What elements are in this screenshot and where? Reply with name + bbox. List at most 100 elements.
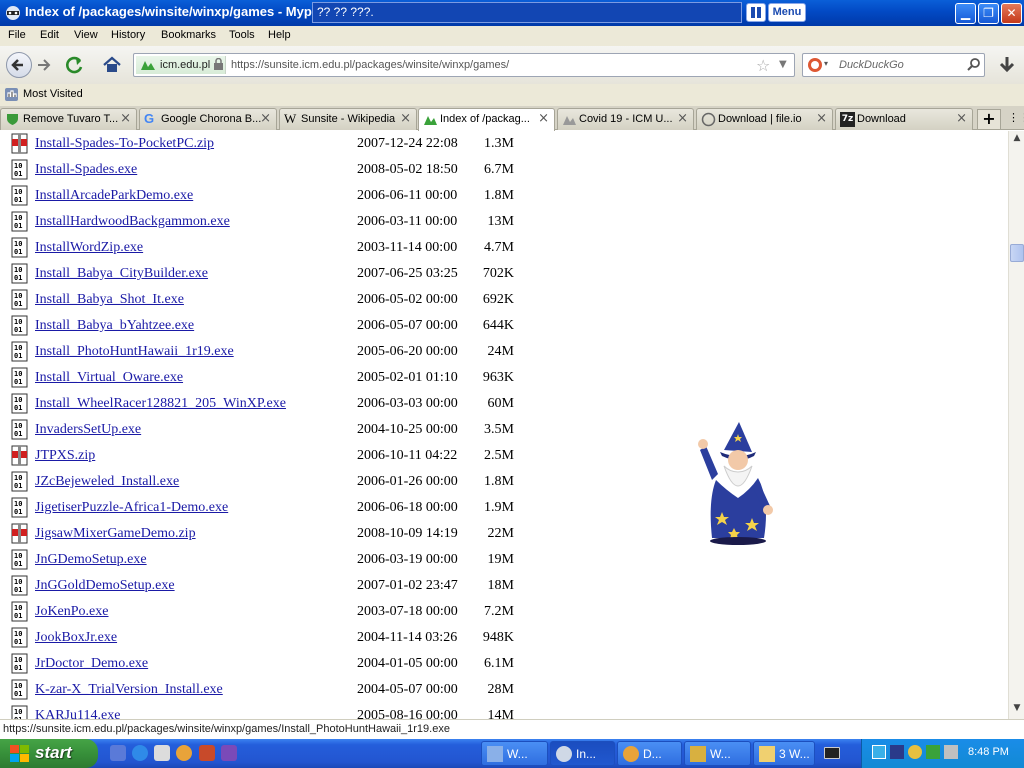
taskbar-item-4[interactable]: W...: [684, 741, 751, 766]
menu-tools[interactable]: Tools: [229, 29, 255, 41]
file-link[interactable]: JookBoxJr.exe: [35, 630, 117, 646]
file-date: 2005-02-01 01:10: [357, 370, 458, 385]
close-button[interactable]: ✕: [1001, 3, 1022, 24]
quicklaunch-app-icon[interactable]: [221, 745, 237, 761]
menu-file[interactable]: File: [8, 29, 26, 41]
tab-download-fileio[interactable]: Download | file.io ×: [696, 108, 833, 130]
downloads-button[interactable]: [995, 53, 1019, 77]
file-size: 60M: [487, 396, 514, 411]
file-link[interactable]: JrDoctor_Demo.exe: [35, 656, 148, 672]
url-dropdown-icon[interactable]: ▼: [779, 59, 787, 70]
file-link[interactable]: Install_Babya_bYahtzee.exe: [35, 318, 194, 334]
back-button[interactable]: [6, 52, 32, 78]
menu-edit[interactable]: Edit: [40, 29, 59, 41]
file-link[interactable]: KARJu114.exe: [35, 708, 120, 719]
taskbar-item-3[interactable]: D...: [617, 741, 682, 766]
file-link[interactable]: JnGGoldDemoSetup.exe: [35, 578, 175, 594]
tray-network-icon[interactable]: [872, 745, 886, 759]
file-date: 2007-01-02 23:47: [357, 578, 458, 593]
tab-close-icon[interactable]: ×: [816, 111, 827, 126]
start-button[interactable]: start: [0, 739, 98, 768]
pause-button[interactable]: [746, 3, 766, 22]
tray-security-icon[interactable]: [926, 745, 940, 759]
forward-button[interactable]: [34, 55, 54, 75]
restore-button[interactable]: ❐: [978, 3, 999, 24]
search-icon[interactable]: [966, 57, 982, 73]
duckduckgo-icon[interactable]: [807, 57, 823, 73]
file-size: 6.1M: [484, 656, 514, 671]
file-link[interactable]: JoKenPo.exe: [35, 604, 109, 620]
keyboard-icon[interactable]: [824, 747, 840, 759]
quicklaunch-desktop-icon[interactable]: [154, 745, 170, 761]
file-link[interactable]: JZcBejeweled_Install.exe: [35, 474, 179, 490]
taskbar-item-5[interactable]: 3 W...: [753, 741, 815, 766]
file-link[interactable]: Install_Babya_Shot_It.exe: [35, 292, 184, 308]
home-button[interactable]: [100, 53, 124, 77]
minimize-button[interactable]: ▁: [955, 3, 976, 24]
file-link[interactable]: JTPXS.zip: [35, 448, 95, 464]
most-visited-link[interactable]: Most Visited: [23, 88, 83, 100]
tab-close-icon[interactable]: ×: [677, 111, 688, 126]
url-text[interactable]: https://sunsite.icm.edu.pl/packages/wins…: [231, 59, 509, 71]
tab-list-icon[interactable]: ⋮⋮: [1008, 111, 1024, 124]
reload-button[interactable]: [63, 54, 87, 76]
file-link[interactable]: Install-Spades.exe: [35, 162, 137, 178]
file-size: 28M: [487, 682, 514, 697]
tab-download[interactable]: 7z Download ×: [835, 108, 973, 130]
menu-view[interactable]: View: [74, 29, 98, 41]
search-bar[interactable]: ▾ DuckDuckGo: [802, 53, 985, 77]
file-link[interactable]: Install_PhotoHuntHawaii_1r19.exe: [35, 344, 234, 360]
file-date: 2006-01-26 00:00: [357, 474, 458, 489]
tab-close-icon[interactable]: ×: [400, 111, 411, 126]
bookmark-star-icon[interactable]: ☆: [756, 56, 770, 75]
file-link[interactable]: JnGDemoSetup.exe: [35, 552, 147, 568]
file-link[interactable]: Install_WheelRacer128821_205_WinXP.exe: [35, 396, 286, 412]
file-link[interactable]: JigetiserPuzzle-Africa1-Demo.exe: [35, 500, 228, 516]
file-link[interactable]: InstallHardwoodBackgammon.exe: [35, 214, 230, 230]
tab-close-icon[interactable]: ×: [956, 111, 967, 126]
file-link[interactable]: K-zar-X_TrialVersion_Install.exe: [35, 682, 223, 698]
quicklaunch-media-icon[interactable]: [110, 745, 126, 761]
menu-bookmarks[interactable]: Bookmarks: [161, 29, 216, 41]
tab-index-of-packages[interactable]: Index of /packag... ×: [418, 108, 555, 131]
tab-remove-tuvaro[interactable]: Remove Tuvaro T... ×: [0, 108, 137, 130]
scroll-up-icon[interactable]: ▲: [1010, 133, 1024, 147]
tray-wizard-icon[interactable]: [890, 745, 904, 759]
tray-app-icon[interactable]: [908, 745, 922, 759]
new-tab-button[interactable]: +: [977, 109, 1001, 130]
quicklaunch-ie-icon[interactable]: [132, 745, 148, 761]
file-link[interactable]: Install-Spades-To-PocketPC.zip: [35, 136, 214, 152]
file-date: 2008-10-09 14:19: [357, 526, 458, 541]
file-link[interactable]: InstallArcadeParkDemo.exe: [35, 188, 193, 204]
overlay-menu-button[interactable]: Menu: [768, 3, 806, 22]
tab-close-icon[interactable]: ×: [120, 111, 131, 126]
tab-sunsite-wikipedia[interactable]: W Sunsite - Wikipedia ×: [279, 108, 417, 130]
binary-file-icon: 1001: [11, 705, 28, 719]
icm-favicon-icon: [563, 116, 576, 125]
tray-volume-icon[interactable]: [944, 745, 958, 759]
file-link[interactable]: JigsawMixerGameDemo.zip: [35, 526, 196, 542]
tab-close-icon[interactable]: ×: [260, 111, 271, 126]
quicklaunch-tools-icon[interactable]: [199, 745, 215, 761]
menu-help[interactable]: Help: [268, 29, 291, 41]
tab-close-icon[interactable]: ×: [538, 111, 549, 126]
file-link[interactable]: Install_Babya_CityBuilder.exe: [35, 266, 208, 282]
menu-history[interactable]: History: [111, 29, 145, 41]
file-link[interactable]: InstallWordZip.exe: [35, 240, 143, 256]
file-link[interactable]: InvadersSetUp.exe: [35, 422, 141, 438]
compressed-file-icon: [11, 445, 28, 466]
tab-google[interactable]: G Google Chorona B... ×: [139, 108, 277, 130]
search-input[interactable]: DuckDuckGo: [839, 59, 904, 71]
search-engine-dropdown-icon[interactable]: ▾: [824, 59, 828, 68]
vertical-scrollbar[interactable]: ▲ ▼: [1008, 131, 1024, 719]
file-link[interactable]: Install_Virtual_Oware.exe: [35, 370, 183, 386]
wikipedia-favicon-icon: W: [284, 111, 297, 126]
taskbar-item-1[interactable]: W...: [481, 741, 548, 766]
scroll-down-icon[interactable]: ▼: [1010, 703, 1024, 717]
tab-covid-icm[interactable]: Covid 19 - ICM U... ×: [557, 108, 694, 130]
scrollbar-thumb[interactable]: [1010, 244, 1024, 262]
taskbar-item-2[interactable]: In...: [550, 741, 615, 766]
window-titlebar[interactable]: Index of /packages/winsite/winxp/games -…: [0, 0, 1024, 26]
quicklaunch-chrome-icon[interactable]: [176, 745, 192, 761]
url-bar[interactable]: icm.edu.pl https://sunsite.icm.edu.pl/pa…: [133, 53, 795, 77]
